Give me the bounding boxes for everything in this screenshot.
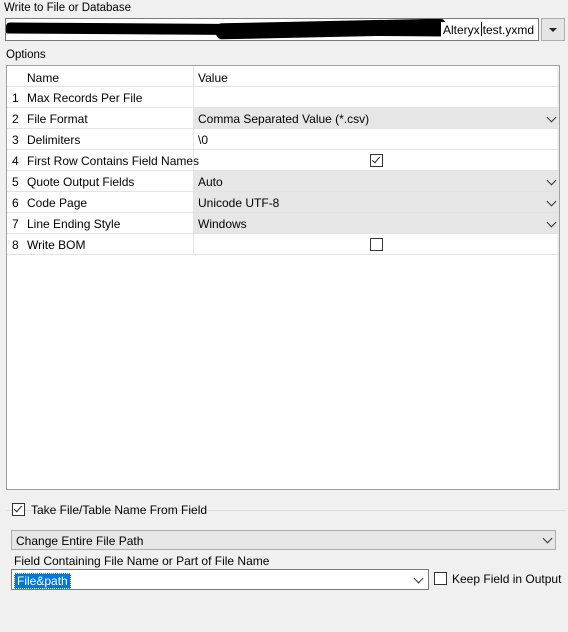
text-caret [480,22,482,36]
field-containing-name-label: Field Containing File Name or Part of Fi… [14,554,270,568]
column-header-name: Name [27,71,60,85]
output-path-input[interactable]: Alteryx test.yxmd [5,18,539,41]
write-bom-checkbox[interactable] [370,238,383,251]
row-number: 3 [12,133,19,147]
row-number: 6 [12,196,19,210]
selected-mode: Change Entire File Path [16,534,144,548]
option-name: Write BOM [27,238,86,252]
delimiters-input[interactable]: \0 [193,129,559,149]
row-number: 1 [12,91,19,105]
option-name: Delimiters [27,133,81,147]
selected-field-value: File&path [14,573,71,589]
option-row-first-row-field-names[interactable]: 4 First Row Contains Field Names [7,150,559,171]
chevron-down-icon [546,112,557,123]
column-header-value-cell: Value [193,66,559,86]
option-value: Auto [198,175,223,189]
option-name: Code Page [27,196,88,210]
row-number: 4 [12,154,19,168]
column-header-value: Value [198,71,228,85]
keep-field-checkbox[interactable] [434,572,447,585]
option-row-max-records[interactable]: 1 Max Records Per File [7,87,559,108]
grid-header-row: Name Value [7,66,559,87]
path-dropdown-button[interactable] [541,18,565,41]
chevron-down-icon [546,217,557,228]
keep-field-label[interactable]: Keep Field in Output [452,572,561,586]
row-number: 2 [12,112,19,126]
option-row-quote-output-fields[interactable]: 5 Quote Output Fields Auto [7,171,559,192]
redacted-path-overlay [215,19,447,40]
option-name: Line Ending Style [27,217,121,231]
file-format-dropdown[interactable]: Comma Separated Value (*.csv) [193,108,559,128]
option-name: First Row Contains Field Names [27,154,200,168]
option-value: Comma Separated Value (*.csv) [198,112,370,126]
option-row-code-page[interactable]: 6 Code Page Unicode UTF-8 [7,192,559,213]
options-grid[interactable]: Name Value 1 Max Records Per File 2 File… [6,65,560,490]
take-from-field-label[interactable]: Take File/Table Name From Field [31,503,207,517]
row-number: 5 [12,175,19,189]
field-select-combobox[interactable]: File&path [11,569,429,590]
take-from-field-checkbox[interactable] [12,503,25,516]
quote-output-fields-dropdown[interactable]: Auto [193,171,559,191]
option-value: \0 [198,133,209,147]
option-name: Quote Output Fields [27,175,135,189]
checkmark-icon [13,503,23,513]
output-path-visible-text: Alteryx test.yxmd [440,22,534,37]
row-number: 7 [12,217,19,231]
option-value: Windows [198,217,247,231]
window-title: Write to File or Database [4,2,131,14]
line-ending-style-dropdown[interactable]: Windows [193,213,559,233]
checkmark-icon [371,154,381,164]
option-name: Max Records Per File [27,91,143,105]
option-row-delimiters[interactable]: 3 Delimiters \0 [7,129,559,150]
file-path-mode-dropdown[interactable]: Change Entire File Path [11,530,556,550]
first-row-field-names-cell [193,150,559,170]
triangle-down-icon [549,27,557,32]
option-row-line-ending-style[interactable]: 7 Line Ending Style Windows [7,213,559,234]
code-page-dropdown[interactable]: Unicode UTF-8 [193,192,559,212]
option-row-write-bom[interactable]: 8 Write BOM [7,234,559,255]
option-row-file-format[interactable]: 2 File Format Comma Separated Value (*.c… [7,108,559,129]
row-number: 8 [12,238,19,252]
option-name: File Format [27,112,88,126]
chevron-down-icon [542,533,553,544]
write-bom-cell [193,234,559,254]
options-label: Options [6,49,46,61]
first-row-field-names-checkbox[interactable] [370,154,383,167]
max-records-input[interactable] [193,87,559,107]
chevron-down-icon [546,175,557,186]
chevron-down-icon [413,573,424,584]
chevron-down-icon [546,196,557,207]
option-value: Unicode UTF-8 [198,196,280,210]
